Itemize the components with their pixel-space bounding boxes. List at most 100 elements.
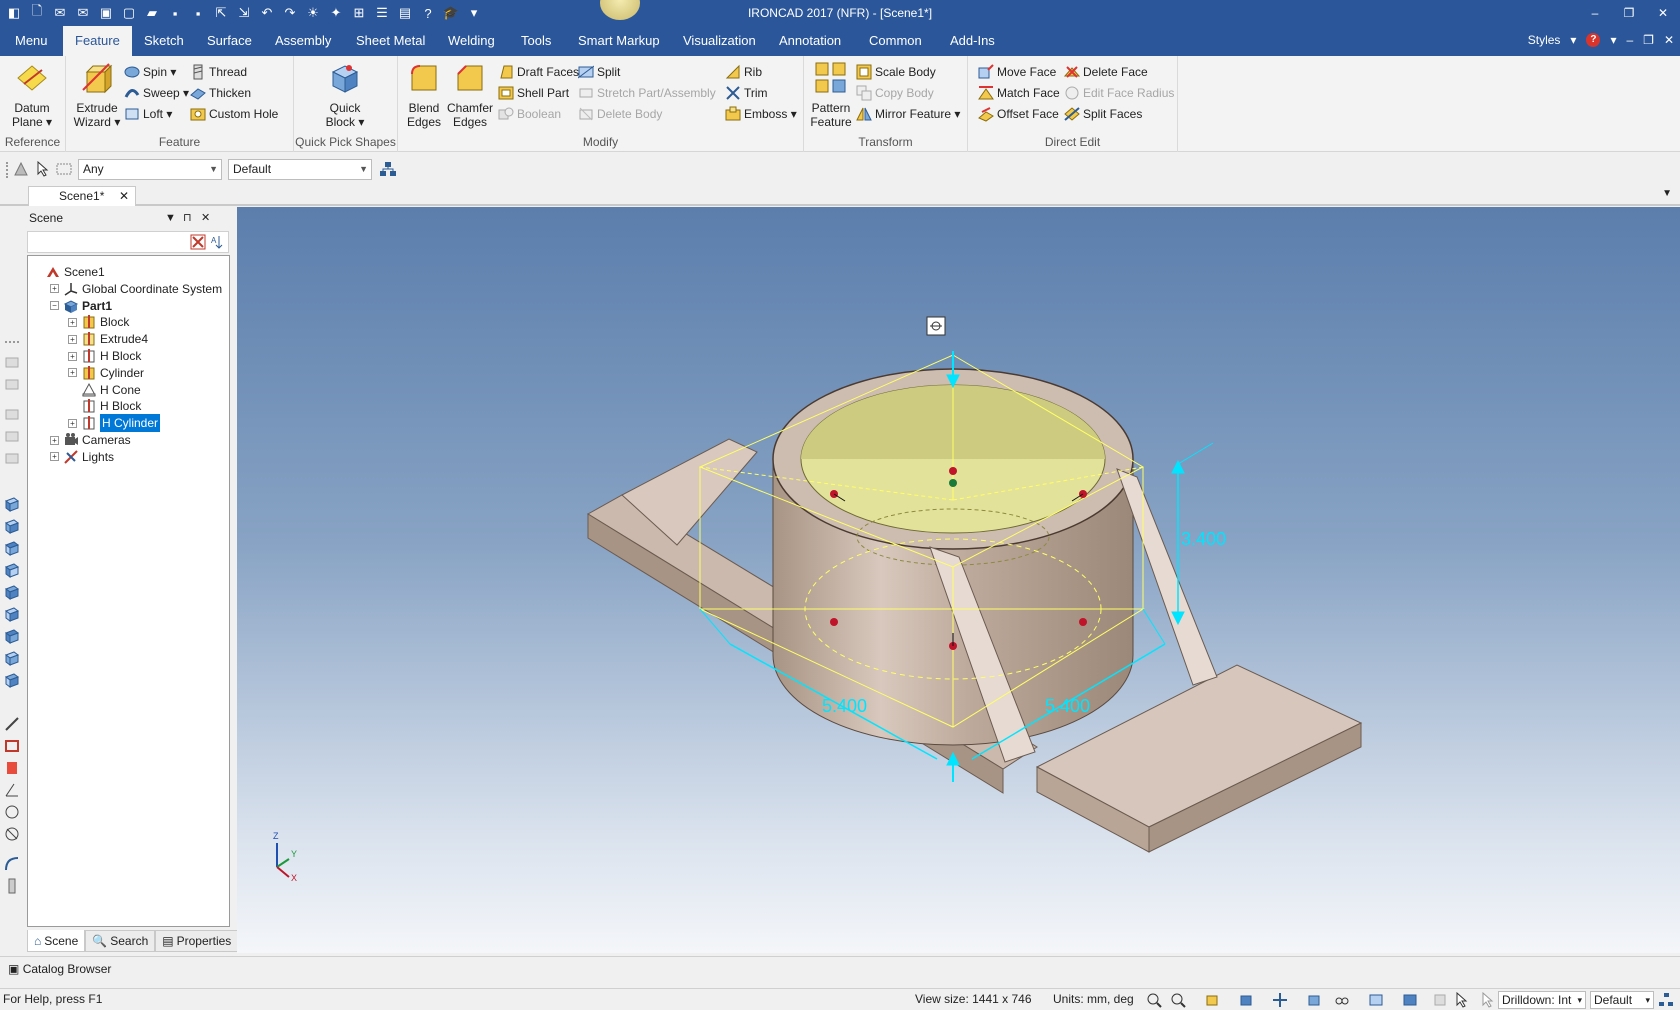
dimension-height-label[interactable]: 3.400: [1181, 529, 1226, 549]
select-parts-icon[interactable]: [13, 161, 29, 177]
pattern-feature-button[interactable]: Pattern Feature: [808, 60, 854, 129]
tab-sketch[interactable]: Sketch: [132, 26, 196, 56]
gray-tool-icon[interactable]: [4, 428, 20, 444]
tab-surface[interactable]: Surface: [195, 26, 264, 56]
spin-button[interactable]: Spin ▾: [124, 62, 176, 82]
edit-face-radius-button[interactable]: Edit Face Radius: [1064, 83, 1174, 103]
tab-feature[interactable]: Feature: [63, 26, 132, 56]
hierarchy-icon[interactable]: [379, 161, 397, 177]
stretch-part-assembly-button[interactable]: Stretch Part/Assembly: [578, 83, 716, 103]
split-button[interactable]: Split: [578, 62, 620, 82]
expand-icon[interactable]: +: [68, 368, 77, 378]
delete-body-button[interactable]: Delete Body: [578, 104, 662, 124]
trim-button[interactable]: Trim: [725, 83, 768, 103]
move-face-button[interactable]: Move Face: [978, 62, 1056, 82]
tree-node-cameras[interactable]: + Cameras: [50, 431, 131, 449]
select-window-icon[interactable]: [56, 161, 72, 177]
boolean-button[interactable]: Boolean: [498, 104, 561, 124]
tree-node-global-coordinate-system[interactable]: + Global Coordinate System: [50, 280, 222, 298]
view-bottom-icon[interactable]: [4, 606, 20, 622]
draft-faces-button[interactable]: Draft Faces: [498, 62, 579, 82]
scene1-document-tab[interactable]: Scene1* ✕: [28, 186, 136, 206]
tree-node-scene1[interactable]: Scene1: [32, 263, 105, 281]
zoom-icon[interactable]: [1146, 992, 1162, 1008]
expand-icon[interactable]: +: [68, 351, 77, 361]
ruler-icon[interactable]: [4, 878, 20, 894]
dimension-depth-label[interactable]: 5.400: [1045, 696, 1090, 716]
section-icon[interactable]: [4, 738, 20, 754]
glasses-icon[interactable]: [1334, 992, 1350, 1008]
expand-icon[interactable]: +: [50, 435, 59, 445]
sketch-arc-icon[interactable]: [4, 856, 20, 872]
doc-restore-button[interactable]: ❐: [1643, 33, 1654, 47]
orbit-icon[interactable]: [1204, 992, 1220, 1008]
delete-face-button[interactable]: Delete Face: [1064, 62, 1148, 82]
status-style-combo[interactable]: Default ▾: [1590, 991, 1654, 1009]
clear-filter-icon[interactable]: [190, 234, 206, 250]
expand-icon[interactable]: +: [68, 334, 77, 344]
network-icon[interactable]: [1658, 992, 1674, 1008]
model-scene-canvas[interactable]: 3.400 5.400 5.400 Z Y X: [237, 207, 1680, 953]
tab-sheet-metal[interactable]: Sheet Metal: [344, 26, 437, 56]
gray-tool-icon[interactable]: [4, 406, 20, 422]
tree-node-extrude4[interactable]: + Extrude4: [68, 330, 148, 348]
view-front-icon[interactable]: [4, 496, 20, 512]
sort-icon[interactable]: A: [209, 234, 225, 250]
triball-anchor-icon[interactable]: [926, 316, 946, 336]
close-panel-icon[interactable]: ✕: [201, 207, 210, 229]
datum-plane-button[interactable]: Datum Plane ▾: [5, 60, 59, 129]
help-icon[interactable]: ?: [1586, 33, 1601, 47]
view-right-icon[interactable]: [4, 562, 20, 578]
orbit-icon[interactable]: [4, 826, 20, 842]
expand-icon[interactable]: +: [50, 452, 59, 462]
selection-filter-combo[interactable]: Any ▼: [78, 159, 222, 180]
restore-button[interactable]: ❐: [1612, 0, 1646, 26]
display-mode-icon[interactable]: [1368, 992, 1384, 1008]
view-iso-icon[interactable]: [4, 628, 20, 644]
mirror-feature-button[interactable]: Mirror Feature ▾: [856, 104, 960, 124]
thicken-button[interactable]: Thicken: [190, 83, 251, 103]
tree-node-h-block[interactable]: H Block: [68, 397, 141, 415]
pointer-icon[interactable]: [35, 161, 51, 177]
expand-icon[interactable]: +: [68, 418, 77, 428]
panel-menu-chevron-icon[interactable]: ▼: [165, 207, 176, 229]
gray-tool-icon[interactable]: [4, 450, 20, 466]
tree-node-lights[interactable]: + Lights: [50, 448, 114, 466]
shading-icon[interactable]: [1402, 992, 1418, 1008]
render-mode-icon[interactable]: [4, 760, 20, 776]
view-top-icon[interactable]: [4, 584, 20, 600]
quick-block-button[interactable]: Quick Block ▾: [318, 60, 372, 129]
tree-node-block[interactable]: + Block: [68, 313, 129, 331]
tab-welding[interactable]: Welding: [436, 26, 507, 56]
help-chevron-icon[interactable]: ▾: [1610, 33, 1616, 47]
scale-body-button[interactable]: Scale Body: [856, 62, 936, 82]
pan-icon[interactable]: [1272, 992, 1288, 1008]
shell-part-button[interactable]: Shell Part: [498, 83, 569, 103]
tab-common[interactable]: Common: [857, 26, 934, 56]
thread-button[interactable]: Thread: [190, 62, 247, 82]
rotate-icon[interactable]: [4, 804, 20, 820]
tree-node-cylinder[interactable]: + Cylinder: [68, 364, 144, 382]
style-combo[interactable]: Default ▼: [228, 159, 372, 180]
tree-node-h-cylinder[interactable]: + H Cylinder: [68, 414, 161, 433]
view-dimetric-icon[interactable]: [4, 650, 20, 666]
expand-icon[interactable]: +: [50, 284, 59, 294]
copy-body-button[interactable]: Copy Body: [856, 83, 934, 103]
tree-node-h-block[interactable]: + H Block: [68, 347, 141, 365]
drilldown-combo[interactable]: Drilldown: Int ▾: [1498, 991, 1586, 1009]
view-cube-icon[interactable]: [1238, 992, 1254, 1008]
angle-icon[interactable]: [4, 782, 20, 798]
tab-smart-markup[interactable]: Smart Markup: [566, 26, 672, 56]
close-tab-icon[interactable]: ✕: [119, 187, 129, 206]
chamfer-edges-button[interactable]: Chamfer Edges: [446, 60, 494, 129]
sweep-button[interactable]: Sweep ▾: [124, 83, 189, 103]
tab-menu[interactable]: Menu: [3, 26, 60, 56]
tab-visualization[interactable]: Visualization: [671, 26, 768, 56]
pin-icon[interactable]: ⊓: [183, 207, 192, 229]
tab-scene[interactable]: ⌂ Scene: [27, 930, 86, 952]
view-left-icon[interactable]: [4, 540, 20, 556]
minimize-button[interactable]: –: [1578, 0, 1612, 26]
filter-gray-icon[interactable]: [1432, 992, 1448, 1008]
pointer-icon[interactable]: [1454, 992, 1470, 1008]
doc-close-button[interactable]: ✕: [1664, 33, 1674, 47]
